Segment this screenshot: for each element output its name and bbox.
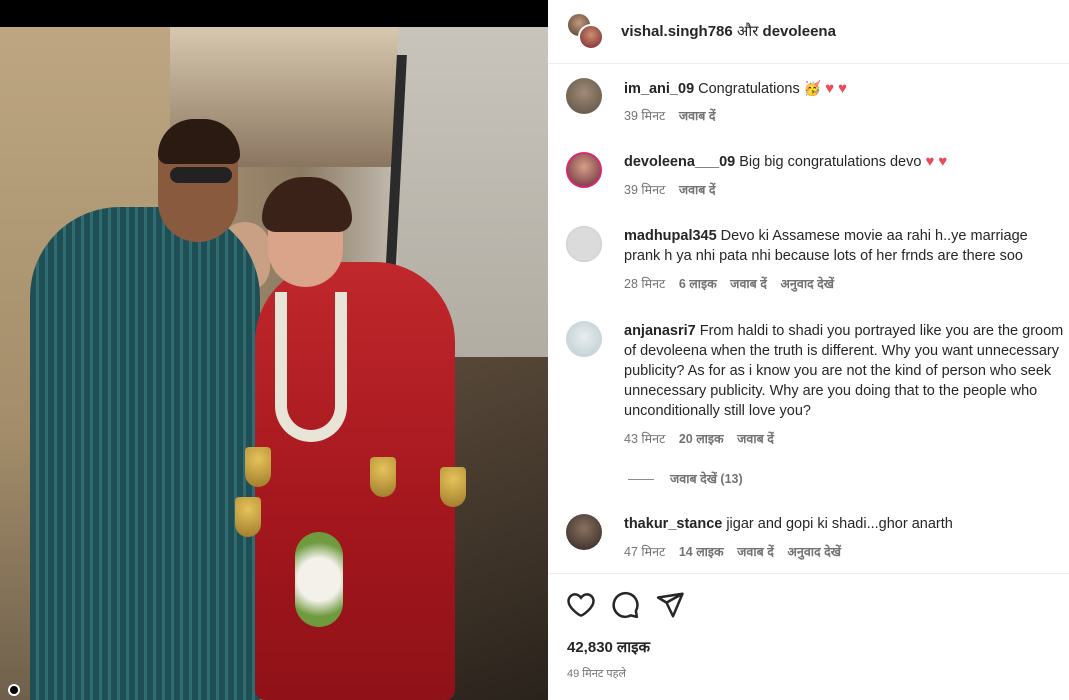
reply-button[interactable]: जवाब दें [737, 432, 774, 446]
comment-meta: 28 मिनट 6 लाइक जवाब दें अनुवाद देखें [624, 275, 844, 292]
photo-kaleera [245, 447, 271, 487]
photo-garland [275, 292, 347, 442]
comment-content: Big big congratulations devo [739, 154, 922, 170]
heart-emoji-icon: ♥ [825, 80, 835, 97]
party-emoji-icon: 🥳 [803, 80, 822, 96]
comment-likes[interactable]: 20 लाइक [679, 432, 724, 446]
author-link-2[interactable]: devoleena [763, 23, 836, 40]
comment-username[interactable]: madhupal345 [624, 228, 717, 244]
photo-bride-hair [262, 177, 352, 232]
post-like-count[interactable]: 42,830 लाइक [567, 637, 650, 657]
comment-time[interactable]: 47 मिनट [624, 545, 665, 559]
comment-time[interactable]: 39 मिनट [624, 183, 665, 197]
comment-time[interactable]: 43 मिनट [624, 432, 665, 446]
avatar[interactable] [566, 321, 602, 357]
comment-likes[interactable]: 6 लाइक [679, 277, 717, 291]
photo-sunglasses [170, 167, 232, 183]
post-sidebar: vishal.singh786 और devoleena im_ani_09 Co… [548, 0, 1069, 700]
comment-meta: 39 मिनट जवाब दें [624, 181, 726, 198]
heart-emoji-icon: ♥ [838, 80, 848, 97]
comment-likes[interactable]: 14 लाइक [679, 545, 724, 559]
reply-button[interactable]: जवाब दें [730, 277, 767, 291]
author-joiner: और [736, 23, 759, 40]
view-replies-label: जवाब देखें (13) [670, 472, 743, 486]
post-authors: vishal.singh786 और devoleena [621, 21, 836, 41]
reply-button[interactable]: जवाब दें [679, 183, 716, 197]
reply-button[interactable]: जवाब दें [679, 109, 716, 123]
translate-button[interactable]: अनुवाद देखें [787, 545, 841, 559]
collab-avatars[interactable] [566, 12, 606, 52]
comment-text: madhupal345 Devo ki Assamese movie aa rah… [624, 226, 1064, 266]
heart-icon[interactable] [566, 590, 596, 620]
comment-icon[interactable] [610, 590, 640, 620]
comment-text: anjanasri7 From haldi to shadi you portra… [624, 321, 1064, 421]
photo-groom [30, 207, 260, 700]
comment-username[interactable]: thakur_stance [624, 516, 722, 532]
heart-emoji-icon: ♥ [925, 153, 935, 170]
comment-content: Congratulations [698, 81, 800, 97]
avatar [578, 24, 604, 50]
comment-username[interactable]: devoleena___09 [624, 154, 735, 170]
avatar[interactable] [566, 226, 602, 262]
post-photo-panel [0, 0, 548, 700]
post-photo[interactable] [0, 27, 548, 700]
translate-button[interactable]: अनुवाद देखें [780, 277, 834, 291]
post-actions: 42,830 लाइक 49 मिनट पहले [548, 573, 1069, 700]
comment-meta: 39 मिनट जवाब दें [624, 107, 726, 124]
photo-kaleera [370, 457, 396, 497]
media-indicator-icon [8, 684, 20, 696]
author-link-1[interactable]: vishal.singh786 [621, 23, 733, 40]
photo-kaleera [235, 497, 261, 537]
reply-button[interactable]: जवाब दें [737, 545, 774, 559]
comment-time[interactable]: 39 मिनट [624, 109, 665, 123]
replies-divider [628, 479, 654, 481]
avatar[interactable] [566, 152, 602, 188]
avatar[interactable] [566, 78, 602, 114]
post-timestamp[interactable]: 49 मिनट पहले [567, 666, 626, 681]
comment-text: im_ani_09 Congratulations 🥳 ♥ ♥ [624, 78, 1064, 99]
comment-content: jigar and gopi ki shadi...ghor anarth [726, 516, 953, 532]
photo-kaleera [440, 467, 466, 507]
comment-text: devoleena___09 Big big congratulations de… [624, 152, 1064, 172]
comment-time[interactable]: 28 मिनट [624, 277, 665, 291]
photo-garland-hanging [295, 532, 343, 627]
comment-meta: 47 मिनट 14 लाइक जवाब दें अनुवाद देखें [624, 543, 851, 560]
post-header: vishal.singh786 और devoleena [548, 0, 1069, 64]
view-replies-button[interactable]: जवाब देखें (13) [628, 470, 743, 487]
heart-emoji-icon: ♥ [938, 153, 948, 170]
comment-text: thakur_stance jigar and gopi ki shadi...g… [624, 514, 1064, 534]
comment-username[interactable]: anjanasri7 [624, 323, 696, 339]
comment-meta: 43 मिनट 20 लाइक जवाब दें [624, 430, 784, 447]
comment-username[interactable]: im_ani_09 [624, 81, 694, 97]
avatar[interactable] [566, 514, 602, 550]
share-icon[interactable] [655, 590, 685, 620]
comment-list[interactable]: im_ani_09 Congratulations 🥳 ♥ ♥ 39 मिनट ज… [548, 64, 1069, 572]
